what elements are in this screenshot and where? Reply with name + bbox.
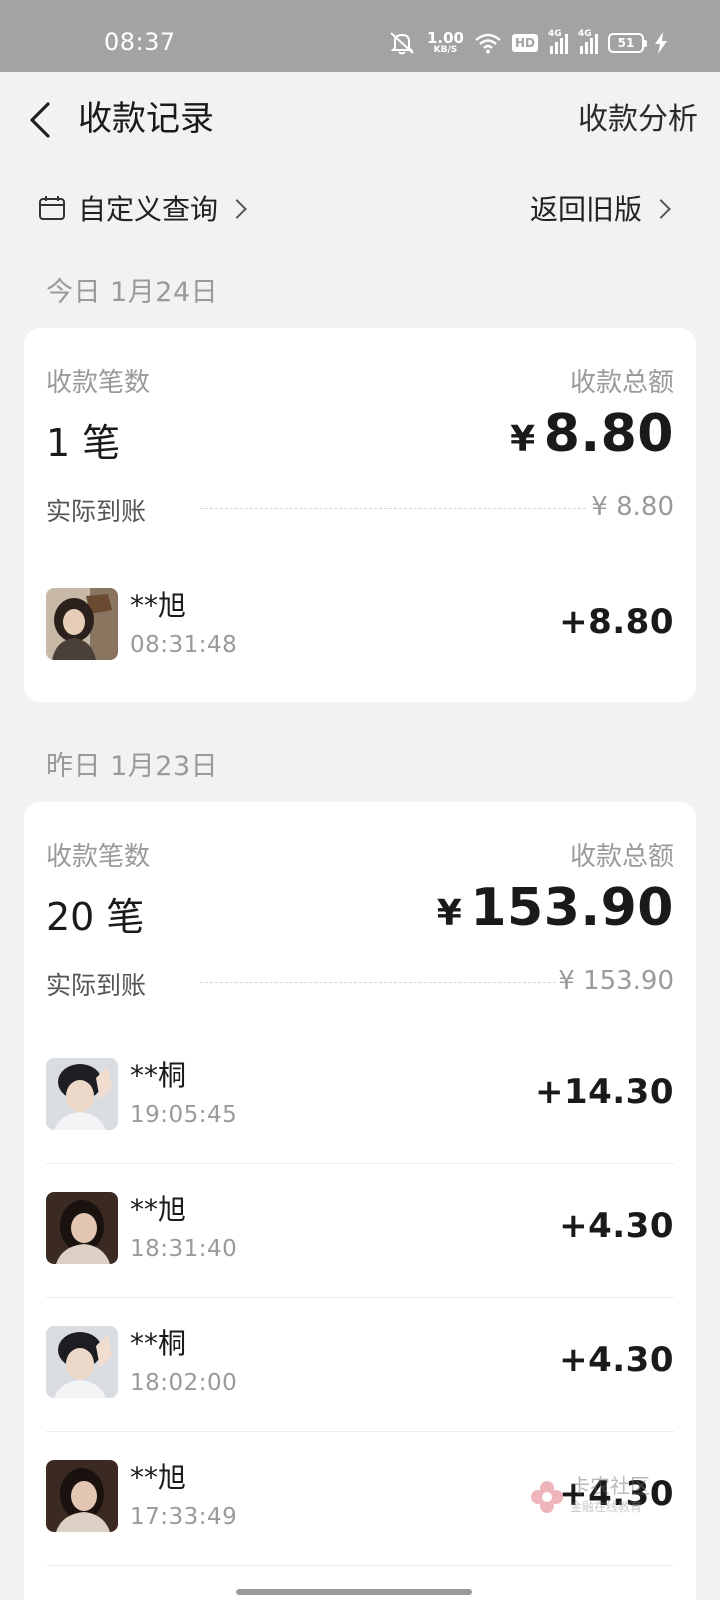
total-amount: 8.80 <box>543 404 674 464</box>
chevron-right-icon <box>227 199 247 219</box>
currency-symbol: ¥ <box>510 419 536 460</box>
sim2-label: 4G <box>578 29 592 39</box>
transaction-time: 18:31:40 <box>130 1236 238 1262</box>
signal-icon: 4G <box>578 29 598 54</box>
dashed-divider <box>200 982 556 983</box>
status-icons: 1.00 KB/S HD 4G 4G 51 <box>387 28 668 58</box>
avatar <box>46 1192 118 1264</box>
count-value: 1 笔 <box>46 421 121 465</box>
net-speed: 1.00 KB/S <box>427 31 464 55</box>
old-version-button[interactable]: 返回旧版 <box>529 188 671 228</box>
transaction-amount: +8.80 <box>559 602 674 642</box>
home-indicator[interactable] <box>236 1589 472 1595</box>
net-speed-unit: KB/S <box>433 45 458 55</box>
transaction-time: 17:33:49 <box>130 1504 238 1530</box>
custom-query-button[interactable]: 自定义查询 <box>38 188 247 228</box>
watermark-text: 卡农社区 <box>570 1474 650 1498</box>
total-label: 收款总额 <box>569 842 674 872</box>
transaction-list: **旭 08:31:48 +8.80 <box>46 560 674 694</box>
transaction-row[interactable]: **旭 08:31:48 +8.80 <box>46 560 674 694</box>
analysis-link[interactable]: 收款分析 <box>578 100 698 140</box>
dashed-divider <box>200 508 586 509</box>
header: 收款记录 收款分析 <box>0 72 720 168</box>
day-card-today: 收款笔数 收款总额 1 笔 ¥8.80 实际到账 ¥ 8.80 **旭 08:3… <box>24 328 696 702</box>
transaction-time: 19:05:45 <box>130 1102 238 1128</box>
avatar <box>46 1326 118 1398</box>
status-time: 08:37 <box>104 28 176 56</box>
signal-icon: 4G <box>548 29 568 54</box>
avatar <box>46 1460 118 1532</box>
mute-icon <box>387 30 417 56</box>
total-amount: 153.90 <box>470 878 674 938</box>
net-speed-value: 1.00 <box>426 29 464 47</box>
total-value: ¥153.90 <box>437 878 674 938</box>
custom-query-label: 自定义查询 <box>78 193 219 226</box>
currency-symbol: ¥ <box>436 893 463 934</box>
payer-name: **旭 <box>130 1461 187 1494</box>
transaction-time: 08:31:48 <box>130 632 238 658</box>
avatar <box>46 588 118 660</box>
calendar-icon <box>39 196 65 220</box>
payer-name: **旭 <box>130 1193 187 1226</box>
battery-level: 51 <box>617 36 635 50</box>
transaction-row[interactable]: **桐 18:02:00 +4.30 <box>46 1298 674 1432</box>
total-label: 收款总额 <box>569 368 674 398</box>
transaction-amount: +4.30 <box>559 1206 674 1246</box>
transaction-row[interactable]: **桐 19:05:45 +14.30 <box>46 1030 674 1164</box>
count-value: 20 笔 <box>46 895 145 939</box>
page-title: 收款记录 <box>78 99 214 139</box>
charging-icon <box>654 32 668 54</box>
payer-name: **桐 <box>130 1059 187 1092</box>
payer-name: **桐 <box>130 1327 187 1360</box>
chevron-left-icon <box>30 102 50 138</box>
hd-badge: HD <box>511 34 538 52</box>
status-bar: 08:37 1.00 KB/S HD 4G 4G 51 <box>0 0 720 72</box>
total-value: ¥8.80 <box>510 404 674 464</box>
back-button[interactable] <box>22 98 66 142</box>
transaction-row[interactable]: **旭 18:31:40 +4.30 <box>46 1164 674 1298</box>
flower-logo-icon <box>531 1481 563 1513</box>
settled-value: ¥ 8.80 <box>591 492 674 522</box>
battery-icon: 51 <box>608 33 647 53</box>
sim1-label: 4G <box>548 29 562 39</box>
wifi-icon <box>474 32 502 54</box>
avatar <box>46 1058 118 1130</box>
settled-label: 实际到账 <box>46 971 147 1000</box>
transaction-amount: +14.30 <box>534 1072 674 1112</box>
settled-value: ¥ 153.90 <box>558 966 674 996</box>
chevron-right-icon <box>651 199 671 219</box>
payer-name: **旭 <box>130 589 187 622</box>
watermark-subtext: 金融在线教育 <box>570 1500 643 1514</box>
settled-label: 实际到账 <box>46 497 147 526</box>
count-label: 收款笔数 <box>46 368 151 398</box>
date-label-today: 今日 1月24日 <box>46 277 219 308</box>
transaction-time: 18:02:00 <box>130 1370 238 1396</box>
query-row: 自定义查询 返回旧版 <box>0 180 720 240</box>
watermark-logo: 卡农社区 金融在线教育 <box>530 1470 660 1532</box>
count-label: 收款笔数 <box>46 842 151 872</box>
transaction-amount: +4.30 <box>559 1340 674 1380</box>
old-version-label: 返回旧版 <box>529 193 642 226</box>
date-label-yesterday: 昨日 1月23日 <box>46 751 219 782</box>
